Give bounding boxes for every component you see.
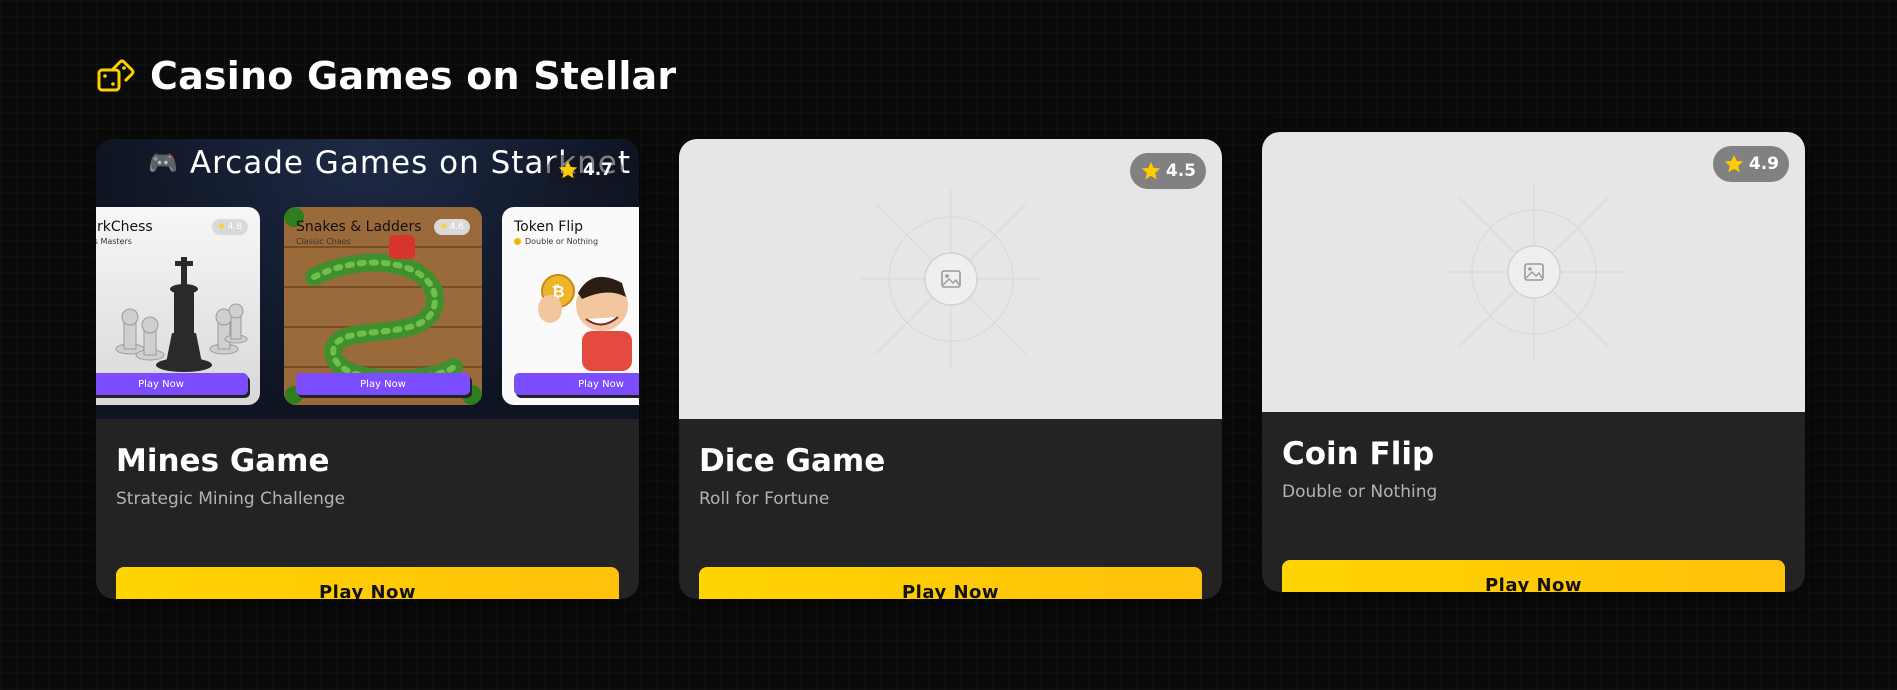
mini-card-subtitle: Double or Nothing — [514, 237, 598, 246]
image-placeholder-icon — [1443, 182, 1624, 362]
mini-card-title: StarkChess — [96, 219, 153, 235]
image-placeholder-icon — [860, 189, 1041, 369]
game-image-placeholder: 4.9 — [1262, 132, 1805, 412]
game-title: Dice Game — [699, 443, 886, 479]
coin-boy-illustration: ₿ — [538, 274, 632, 371]
section-header: Casino Games on Stellar — [96, 54, 676, 98]
game-preview-arcade: 🎮 Arcade Games on Starknet StarkChess Ch… — [96, 139, 639, 419]
card-body: Dice Game Roll for Fortune Play Now — [699, 419, 1202, 599]
game-title: Mines Game — [116, 443, 330, 479]
game-subtitle: Roll for Fortune — [699, 489, 830, 509]
gamepad-icon: 🎮 — [148, 149, 178, 177]
star-icon — [1141, 161, 1161, 180]
dice-icon — [97, 59, 135, 92]
card-body: Mines Game Strategic Mining Challenge Pl… — [116, 419, 619, 599]
star-icon — [1724, 154, 1744, 173]
game-subtitle: Strategic Mining Challenge — [116, 489, 346, 509]
mini-card-play-button[interactable]: Play Now — [96, 373, 248, 395]
star-icon: ★ — [439, 222, 448, 232]
mini-card-rating: ★ 4.6 — [433, 219, 470, 235]
section-title: Casino Games on Stellar — [150, 54, 677, 98]
mini-card-rating: ★ 4.8 — [211, 219, 248, 235]
mini-card-play-button[interactable]: Play Now — [296, 373, 470, 395]
rating-value: 4.5 — [1165, 161, 1196, 181]
mini-card-title: Token Flip — [514, 219, 584, 235]
rating-badge: 4.7 — [546, 155, 623, 185]
rating-badge: 4.9 — [1712, 146, 1789, 182]
game-card-coin-flip[interactable]: 4.9 Coin Flip Double or Nothing Play Now — [1262, 132, 1805, 592]
rating-badge: 4.5 — [1129, 153, 1206, 189]
mini-card-token-flip[interactable]: Token Flip Double or Nothing ₿ Play Now — [502, 207, 639, 405]
play-now-button[interactable]: Play Now — [116, 567, 619, 599]
mini-card-snakes-ladders[interactable]: Snakes & Ladders Classic Chaos ★ 4.6 Play… — [284, 207, 482, 405]
mini-card-subtitle: Classic Chaos — [296, 237, 351, 246]
game-subtitle: Double or Nothing — [1282, 482, 1438, 502]
game-image-placeholder: 4.5 — [679, 139, 1222, 419]
play-now-button[interactable]: Play Now — [1282, 560, 1785, 592]
rating-value: 4.7 — [582, 160, 613, 180]
mini-card-play-button[interactable]: Play Now — [514, 373, 639, 395]
game-card-dice[interactable]: 4.5 Dice Game Roll for Fortune Play Now — [679, 139, 1222, 599]
game-card-mines[interactable]: 🎮 Arcade Games on Starknet StarkChess Ch… — [96, 139, 639, 599]
mini-card-starkchess[interactable]: StarkChess Chess Masters ★4.8 — [96, 207, 260, 405]
chess-pieces-illustration — [115, 257, 248, 372]
star-icon: ★ — [217, 222, 226, 232]
rating-value: 4.9 — [1748, 154, 1779, 174]
game-title: Coin Flip — [1282, 436, 1435, 472]
mini-card-title: Snakes & Ladders — [296, 219, 422, 235]
card-body: Coin Flip Double or Nothing Play Now — [1282, 412, 1785, 592]
play-now-button[interactable]: Play Now — [699, 567, 1202, 599]
star-icon — [558, 160, 578, 179]
coin-dot-icon — [514, 238, 521, 245]
